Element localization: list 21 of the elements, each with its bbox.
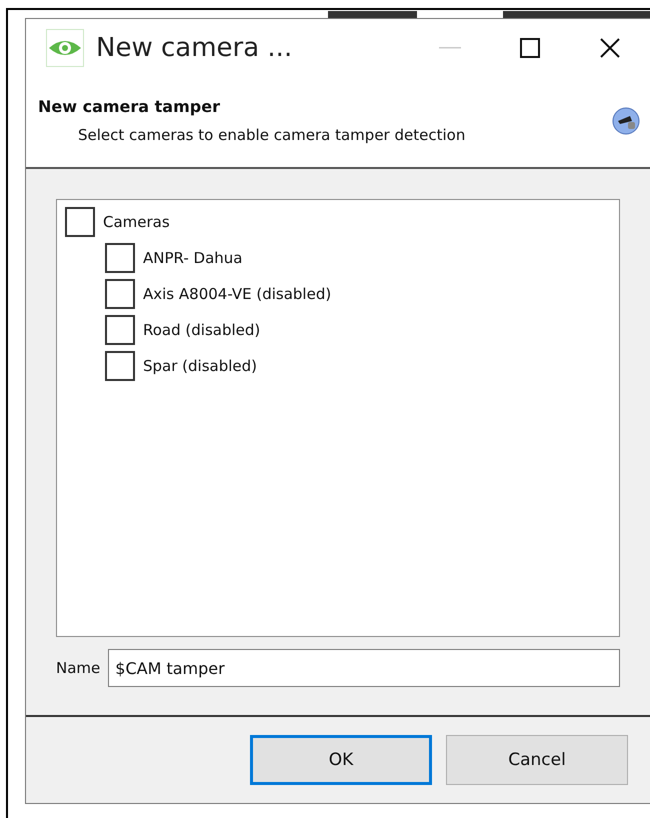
close-icon[interactable] xyxy=(599,37,621,59)
checkbox[interactable] xyxy=(105,351,135,381)
header-title: New camera tamper xyxy=(38,97,221,116)
eye-icon xyxy=(46,29,84,67)
tree-item-label[interactable]: Cameras xyxy=(103,213,170,231)
name-label: Name xyxy=(56,659,100,677)
tree-item-label[interactable]: Axis A8004-VE (disabled) xyxy=(143,285,332,303)
window-title: New camera ... xyxy=(96,33,292,63)
checkbox[interactable] xyxy=(105,315,135,345)
name-field[interactable]: $CAM tamper xyxy=(108,649,620,687)
camera-icon xyxy=(612,107,640,135)
checkbox[interactable] xyxy=(105,279,135,309)
tree-item-label[interactable]: ANPR- Dahua xyxy=(143,249,242,267)
tree-item-label[interactable]: Spar (disabled) xyxy=(143,357,258,375)
maximize-icon[interactable] xyxy=(520,38,540,58)
cancel-button[interactable]: Cancel xyxy=(446,735,628,785)
header-subtitle: Select cameras to enable camera tamper detection xyxy=(78,126,466,144)
checkbox[interactable] xyxy=(105,243,135,273)
tree-item-label[interactable]: Road (disabled) xyxy=(143,321,260,339)
checkbox[interactable] xyxy=(65,207,95,237)
ok-button[interactable]: OK xyxy=(250,735,432,785)
